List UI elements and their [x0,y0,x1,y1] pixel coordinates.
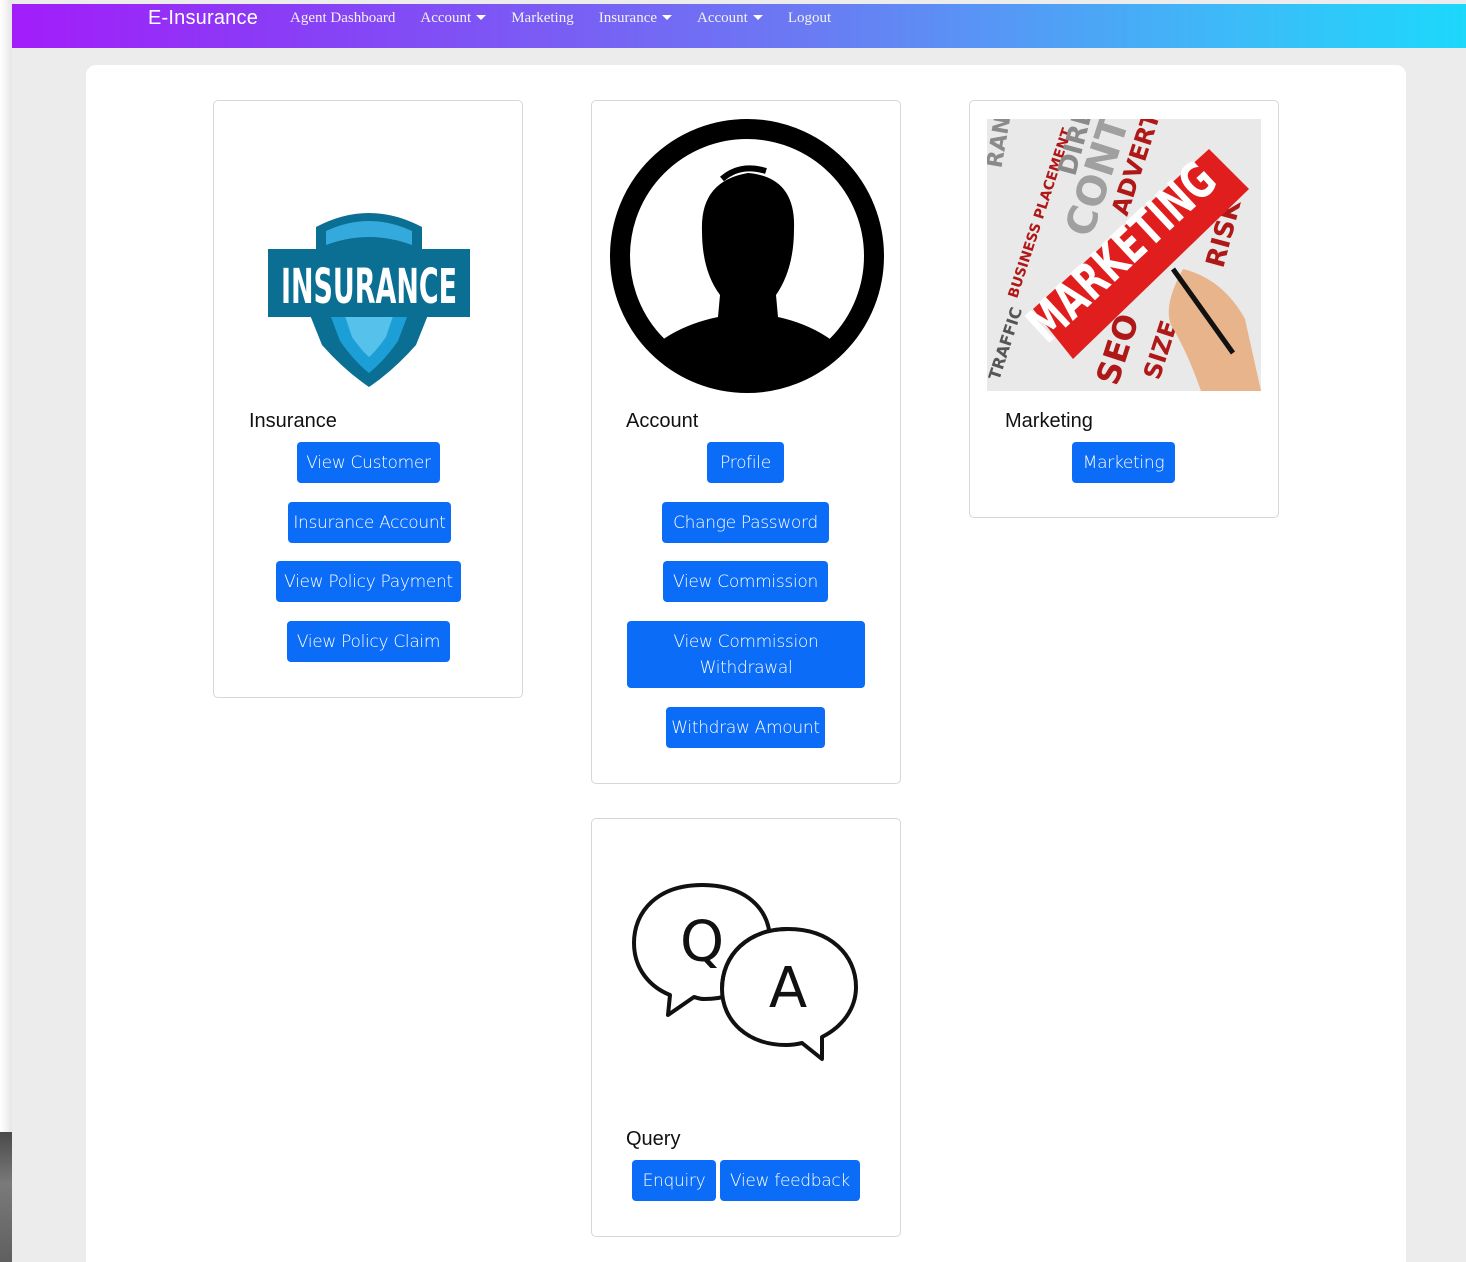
caret-down-icon [662,15,673,20]
change-password-button[interactable]: Change Password [662,502,829,543]
account-card: Account Profile Change Password View Com… [591,100,901,784]
left-edge-shadow [0,1132,12,1262]
enquiry-button[interactable]: Enquiry [632,1160,716,1201]
marketing-collage-image: RANK BUSINESS PLACEMENT DIRECT CONT ADVE… [987,119,1261,391]
q-letter: Q [680,910,724,975]
left-edge-strip [0,0,12,1262]
nav-insurance-dropdown[interactable]: Insurance [598,10,673,27]
top-navbar: E-Insurance Agent Dashboard Account Mark… [12,4,1466,48]
nav-account-dropdown[interactable]: Account [420,10,487,27]
insurance-shield-icon: INSURANCE [266,205,472,389]
nav-logout[interactable]: Logout [788,10,831,27]
nav-label: Insurance [598,10,658,26]
view-customer-button[interactable]: View Customer [297,442,440,483]
view-commission-withdrawal-button[interactable]: View Commission Withdrawal [627,621,865,688]
nav-account-dropdown-2[interactable]: Account [697,10,763,27]
qa-speech-bubbles-icon: Q A [630,879,862,1065]
query-card-title: Query [626,1128,681,1150]
account-card-title: Account [626,410,699,432]
query-card: Q A Query Enquiry View feedback [591,818,901,1237]
view-policy-payment-button[interactable]: View Policy Payment [276,561,461,602]
caret-down-icon [752,15,763,20]
nav-label: Account [697,10,748,26]
view-commission-button[interactable]: View Commission [663,561,828,602]
profile-button[interactable]: Profile [707,442,784,483]
marketing-button[interactable]: Marketing [1072,442,1175,483]
nav-marketing[interactable]: Marketing [511,10,573,27]
nav-label: Marketing [511,10,574,26]
marketing-card-title: Marketing [1005,410,1093,432]
nav-label: Agent Dashboard [290,10,396,26]
user-avatar-icon [610,119,884,393]
insurance-card-title: Insurance [249,410,337,432]
caret-down-icon [476,15,487,20]
withdraw-amount-button[interactable]: Withdraw Amount [666,707,825,748]
view-policy-claim-button[interactable]: View Policy Claim [287,621,450,662]
nav-menu: Agent Dashboard Account Marketing Insura… [290,10,856,27]
nav-agent-dashboard[interactable]: Agent Dashboard [290,10,395,27]
insurance-account-button[interactable]: Insurance Account [288,502,451,543]
nav-label: Logout [787,10,832,26]
a-letter: A [769,956,807,1021]
insurance-logo-text: INSURANCE [281,259,457,315]
insurance-card: INSURANCE Insurance View Customer Insura… [213,100,523,698]
view-feedback-button[interactable]: View feedback [720,1160,860,1201]
marketing-card: RANK BUSINESS PLACEMENT DIRECT CONT ADVE… [969,100,1279,518]
brand-logo[interactable]: E-Insurance [148,7,258,30]
nav-label: Account [420,10,472,26]
